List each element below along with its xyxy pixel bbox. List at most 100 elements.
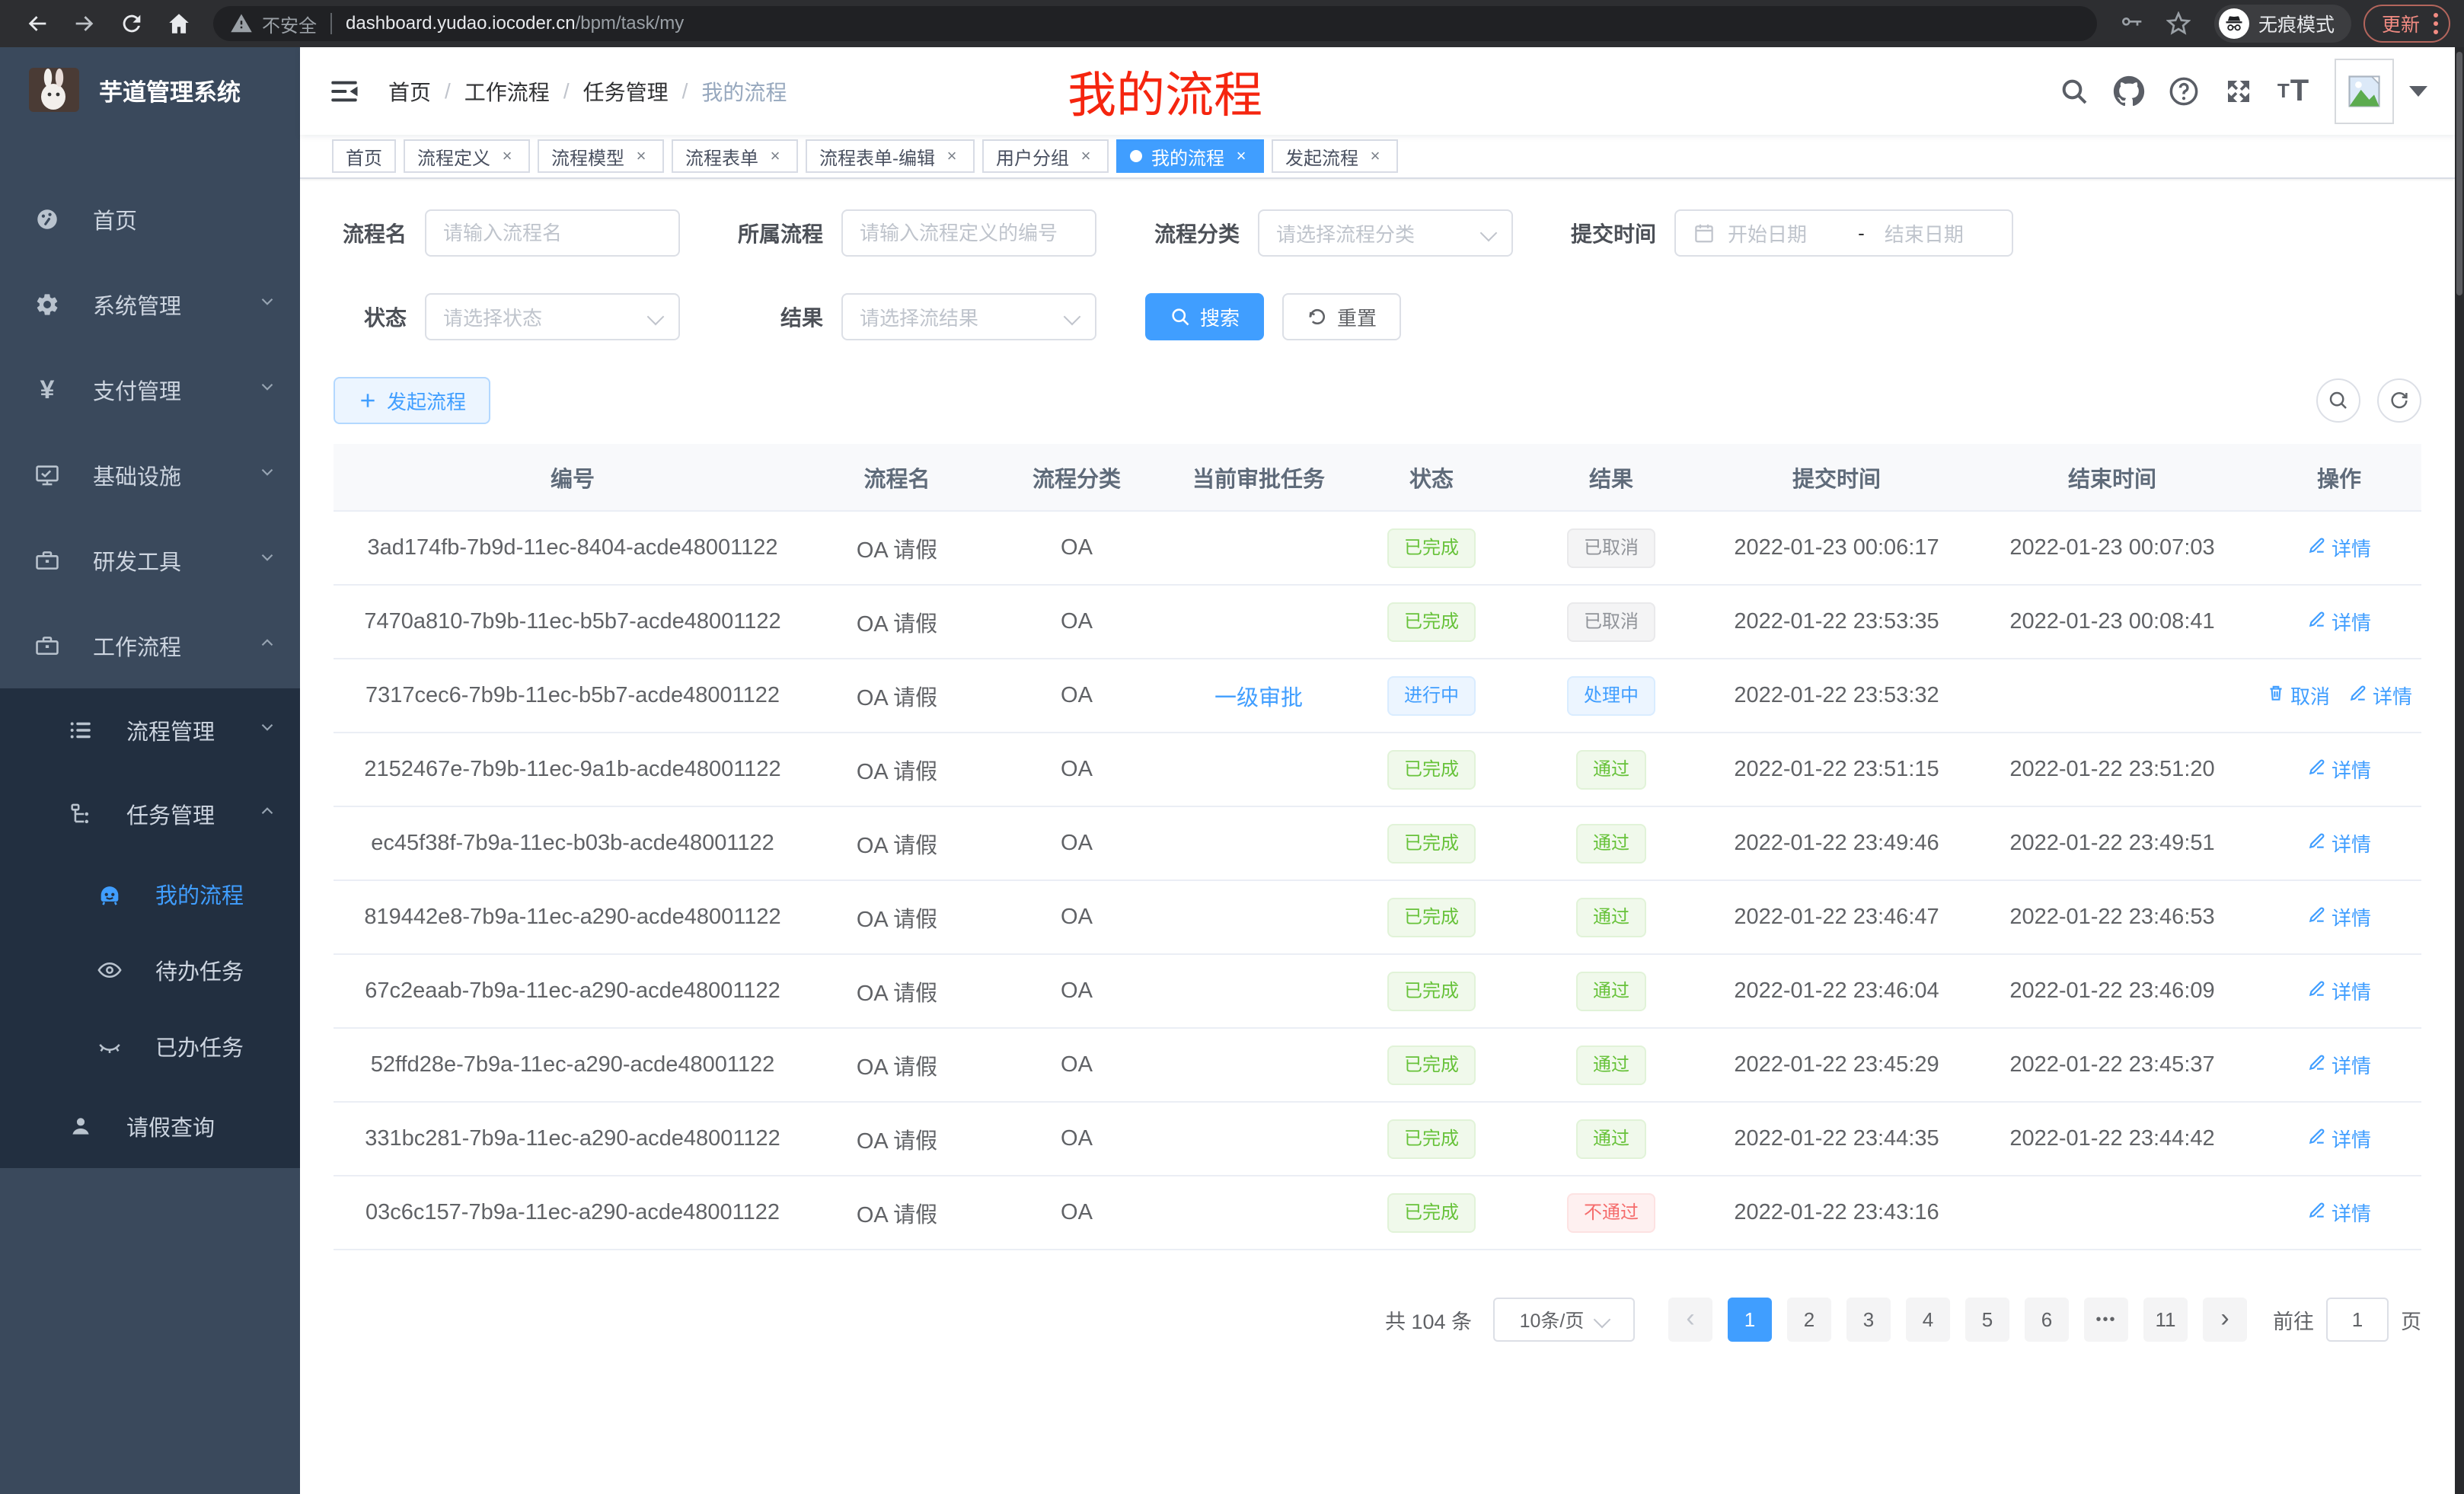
pagination-prev-button[interactable]: ‹ [1668, 1298, 1712, 1342]
trash-icon [2266, 683, 2290, 708]
tab-2[interactable]: 流程模型× [538, 139, 664, 173]
pagination-ellipsis[interactable]: ••• [2084, 1298, 2128, 1342]
sidebar-item-top-1[interactable]: 系统管理 [0, 262, 300, 347]
help-question-icon[interactable] [2159, 67, 2208, 116]
detail-action-link[interactable]: 详情 [2307, 1051, 2371, 1079]
breadcrumb-item[interactable]: 任务管理 [583, 76, 669, 107]
table-row: 2152467e-7b9b-11ec-9a1b-acde48001122OA 请… [334, 733, 2421, 806]
browser-scrollbar[interactable] [2455, 47, 2464, 1494]
pagination-page-button[interactable]: 11 [2143, 1298, 2188, 1342]
close-icon[interactable]: × [498, 146, 516, 166]
task-link[interactable]: 一级审批 [1214, 686, 1303, 710]
detail-action-link[interactable]: 详情 [2307, 608, 2371, 636]
chevron-down-icon [257, 292, 277, 318]
pagination-page-button[interactable]: 5 [1965, 1298, 2009, 1342]
close-icon[interactable]: × [1232, 146, 1250, 166]
header-search-icon[interactable] [2050, 67, 2099, 116]
detail-action-link[interactable]: 详情 [2307, 1125, 2371, 1153]
page-size-select[interactable]: 10条/页 [1493, 1298, 1635, 1342]
refresh-table-button[interactable] [2377, 378, 2421, 423]
tab-5[interactable]: 用户分组× [982, 139, 1109, 173]
process-category-select[interactable]: 请选择流程分类 [1258, 209, 1513, 257]
browser-back-icon[interactable] [20, 6, 55, 41]
sidebar-item-sub-1[interactable]: 任务管理 [0, 772, 300, 856]
close-icon[interactable]: × [943, 146, 961, 166]
close-icon[interactable]: × [1366, 146, 1384, 166]
sidebar-item-sub-0[interactable]: 流程管理 [0, 688, 300, 772]
sidebar-item-top-5[interactable]: 工作流程 [0, 603, 300, 688]
detail-action-link[interactable]: 详情 [2307, 977, 2371, 1005]
pagination-page-button[interactable]: 2 [1787, 1298, 1831, 1342]
sidebar-item-top-4[interactable]: 研发工具 [0, 518, 300, 603]
show-search-toggle-button[interactable] [2316, 378, 2360, 423]
detail-action-link[interactable]: 详情 [2307, 755, 2371, 784]
detail-action-link[interactable]: 详情 [2307, 829, 2371, 857]
sidebar-item-sub-4[interactable]: 已办任务 [0, 1008, 300, 1084]
edit-icon [2307, 831, 2332, 856]
sidebar-item-sub-3[interactable]: 待办任务 [0, 932, 300, 1008]
annotation-overlay-text: 我的流程 [1068, 56, 1262, 126]
cell-end-time: 2022-01-22 23:45:37 [1968, 1028, 2257, 1102]
pagination-next-button[interactable]: › [2203, 1298, 2247, 1342]
detail-action-link[interactable]: 详情 [2307, 1199, 2371, 1227]
sidebar-item-sub-2[interactable]: 我的流程 [0, 856, 300, 932]
close-icon[interactable]: × [632, 146, 650, 166]
tab-3[interactable]: 流程表单× [672, 139, 798, 173]
column-header: 状态 [1346, 444, 1517, 511]
pagination-page-button[interactable]: 1 [1728, 1298, 1772, 1342]
sidebar-item-top-0[interactable]: 首页 [0, 177, 300, 262]
close-icon[interactable]: × [1077, 146, 1095, 166]
github-icon[interactable] [2105, 67, 2153, 116]
sidebar-item-sub-5[interactable]: 请假查询 [0, 1084, 300, 1168]
cell-end-time: 2022-01-22 23:44:42 [1968, 1102, 2257, 1176]
tab-0[interactable]: 首页 [332, 139, 396, 173]
font-size-icon[interactable]: TT [2269, 67, 2318, 116]
browser-menu-icon[interactable] [2434, 11, 2438, 37]
browser-reload-icon[interactable] [114, 6, 149, 41]
process-name-input[interactable] [443, 222, 662, 245]
cell-result: 通过 [1517, 1102, 1706, 1176]
cell-result: 已取消 [1517, 585, 1706, 659]
breadcrumb-separator: / [682, 79, 688, 104]
browser-home-icon[interactable] [161, 6, 196, 41]
tab-7[interactable]: 发起流程× [1272, 139, 1398, 173]
avatar[interactable] [2335, 59, 2394, 124]
browser-forward-icon[interactable] [67, 6, 102, 41]
sidebar-item-top-3[interactable]: 基础设施 [0, 433, 300, 518]
cell-id: ec45f38f-7b9a-11ec-b03b-acde48001122 [334, 806, 812, 880]
url-bar[interactable]: 不安全 dashboard.yudao.iocoder.cn/bpm/task/… [213, 6, 2097, 41]
bookmark-star-icon[interactable] [2161, 6, 2196, 41]
sidebar-collapse-icon[interactable] [327, 75, 361, 108]
sidebar-item-top-2[interactable]: ¥支付管理 [0, 347, 300, 433]
breadcrumb-item[interactable]: 工作流程 [464, 76, 550, 107]
detail-action-link[interactable]: 详情 [2307, 534, 2371, 562]
scrollbar-thumb[interactable] [2456, 52, 2462, 295]
goto-page-input[interactable] [2326, 1298, 2389, 1342]
detail-action-link[interactable]: 详情 [2348, 682, 2412, 710]
password-key-icon[interactable] [2114, 6, 2149, 41]
reset-button[interactable]: 重置 [1282, 293, 1401, 340]
pagination-page-button[interactable]: 6 [2025, 1298, 2069, 1342]
pagination-page-button[interactable]: 4 [1906, 1298, 1950, 1342]
search-button[interactable]: 搜索 [1145, 293, 1264, 340]
pagination-page-button[interactable]: 3 [1846, 1298, 1891, 1342]
submit-time-range-picker[interactable]: 开始日期 - 结束日期 [1674, 209, 2013, 257]
main-area: 首页/工作流程/任务管理/我的流程 我的流程 TT [300, 47, 2455, 1494]
close-icon[interactable]: × [766, 146, 784, 166]
cancel-action-link[interactable]: 取消 [2266, 682, 2330, 710]
avatar-dropdown-caret-icon[interactable] [2409, 86, 2427, 97]
tab-4[interactable]: 流程表单-编辑× [806, 139, 975, 173]
status-select[interactable]: 请选择状态 [425, 293, 680, 340]
chevron-down-icon [1480, 225, 1498, 242]
breadcrumb-item[interactable]: 首页 [388, 76, 431, 107]
browser-update-button[interactable]: 更新 [2363, 5, 2450, 43]
detail-action-link[interactable]: 详情 [2307, 903, 2371, 931]
cell-process-name: OA 请假 [812, 585, 982, 659]
fullscreen-icon[interactable] [2214, 67, 2263, 116]
process-definition-input[interactable] [860, 222, 1078, 245]
tab-6[interactable]: 我的流程× [1116, 139, 1264, 173]
app-logo-row[interactable]: 芋道管理系统 [0, 47, 300, 132]
start-process-button[interactable]: 发起流程 [334, 377, 490, 424]
tab-1[interactable]: 流程定义× [404, 139, 530, 173]
result-select[interactable]: 请选择流结果 [841, 293, 1096, 340]
